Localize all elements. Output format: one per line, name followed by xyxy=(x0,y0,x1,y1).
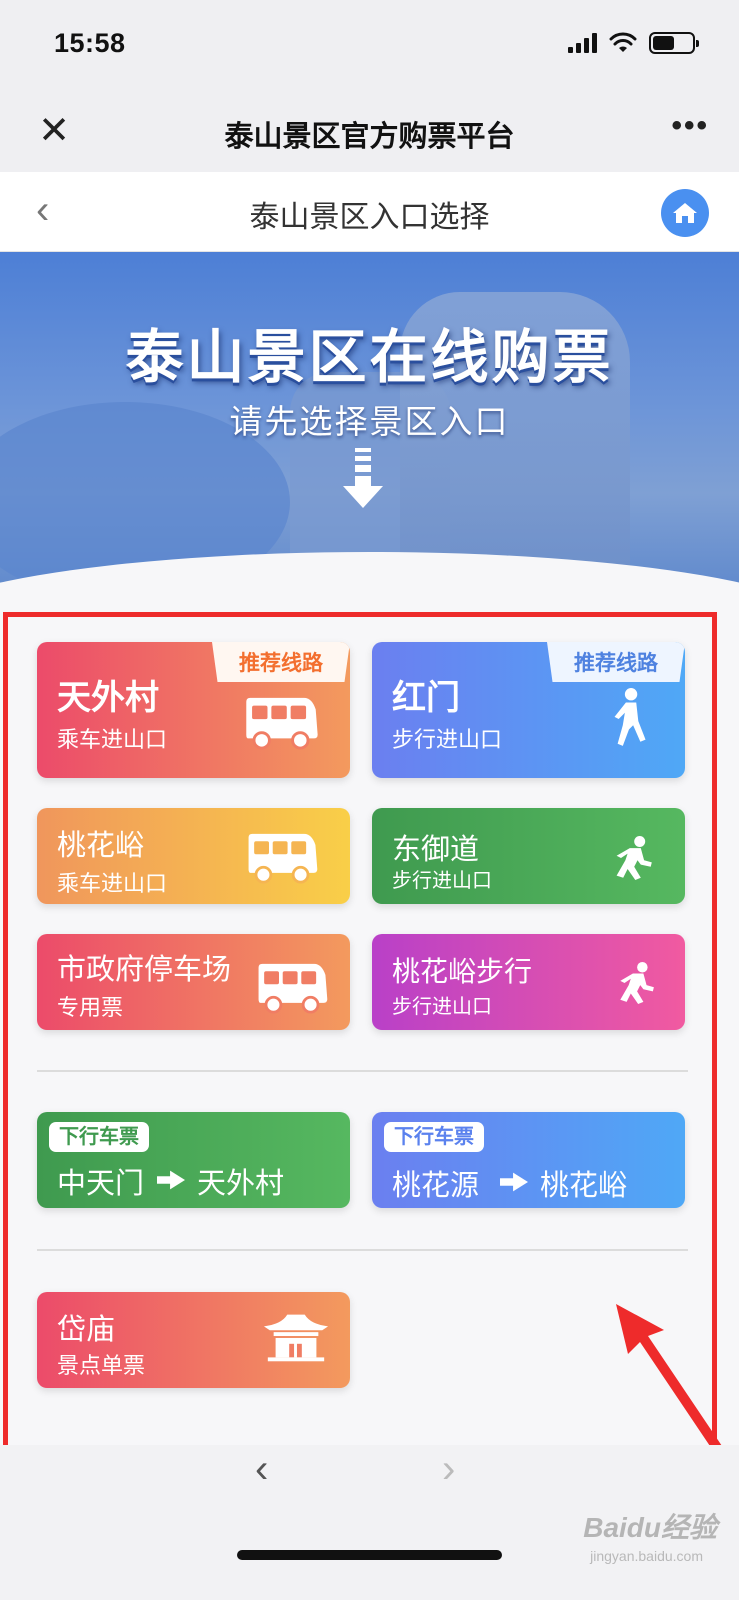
page-title: 泰山景区入口选择 xyxy=(249,201,490,234)
walking-icon xyxy=(614,688,646,746)
card-sub: 步行进山口 xyxy=(392,996,492,1018)
card-taohuayu-walk[interactable]: 桃花峪步行 步行进山口 xyxy=(372,934,685,1030)
bus-icon xyxy=(258,963,328,1014)
downhill-tag: 下行车票 xyxy=(384,1122,484,1152)
card-daimiao[interactable]: 岱庙 景点单票 xyxy=(37,1292,350,1388)
card-sub: 步行进山口 xyxy=(392,727,503,752)
card-sub: 步行进山口 xyxy=(392,870,492,892)
annotation-arrow-icon xyxy=(616,1304,726,1458)
card-down-zhongtianmen[interactable]: 下行车票 中天门 天外村 xyxy=(37,1112,350,1208)
card-hongmen[interactable]: 推荐线路 红门 步行进山口 xyxy=(372,642,685,778)
page-header: ‹ 泰山景区入口选择 xyxy=(0,172,739,252)
back-icon[interactable]: ‹ xyxy=(36,190,66,230)
bus-icon xyxy=(248,833,318,884)
card-down-taohuayuan[interactable]: 下行车票 桃花源 桃花峪 xyxy=(372,1112,685,1208)
divider xyxy=(37,1070,688,1072)
home-icon[interactable] xyxy=(661,189,709,237)
bus-icon xyxy=(246,697,318,750)
browser-forward-icon[interactable]: › xyxy=(442,1447,455,1492)
walking-icon xyxy=(616,836,652,880)
watermark: Baidu经验 xyxy=(583,1512,717,1543)
route-from: 桃花源 xyxy=(392,1170,480,1202)
card-sub: 乘车进山口 xyxy=(57,727,168,752)
route-to: 天外村 xyxy=(197,1168,285,1200)
arrow-down-icon xyxy=(343,448,383,508)
downhill-tag: 下行车票 xyxy=(49,1122,149,1152)
card-name: 东御道 xyxy=(392,834,480,866)
card-sub: 景点单票 xyxy=(57,1353,146,1378)
watermark-url: jingyan.baidu.com xyxy=(590,1548,703,1564)
banner-subtitle: 请先选择景区入口 xyxy=(229,403,510,440)
banner: 泰山景区在线购票 请先选择景区入口 xyxy=(0,252,739,597)
home-indicator[interactable] xyxy=(237,1550,502,1560)
card-name: 桃花峪步行 xyxy=(392,956,533,987)
more-icon[interactable]: ••• xyxy=(671,109,709,143)
card-sub: 专用票 xyxy=(57,995,124,1020)
card-tianwaicun[interactable]: 推荐线路 天外村 乘车进山口 xyxy=(37,642,350,778)
card-name: 天外村 xyxy=(57,679,159,717)
battery-icon xyxy=(649,32,699,54)
signal-icon xyxy=(568,33,597,53)
recommend-badge: 推荐线路 xyxy=(212,642,350,682)
divider xyxy=(37,1249,688,1251)
status-icons xyxy=(568,32,699,54)
card-shizhengfu-parking[interactable]: 市政府停车场 专用票 xyxy=(37,934,350,1030)
walking-icon xyxy=(620,962,654,1004)
route-to: 桃花峪 xyxy=(540,1170,628,1202)
nav-bar: ✕ 泰山景区官方购票平台 ••• xyxy=(0,95,739,172)
card-name: 市政府停车场 xyxy=(57,954,232,986)
arrow-right-icon xyxy=(157,1170,185,1190)
card-name: 桃花峪 xyxy=(57,830,145,862)
status-bar: 15:58 xyxy=(0,0,739,95)
browser-back-icon[interactable]: ‹ xyxy=(255,1447,268,1492)
temple-icon xyxy=(263,1314,329,1362)
close-icon[interactable]: ✕ xyxy=(34,111,74,151)
card-taohuayu[interactable]: 桃花峪 乘车进山口 xyxy=(37,808,350,904)
card-sub: 乘车进山口 xyxy=(57,871,168,896)
route-from: 中天门 xyxy=(57,1168,145,1200)
status-time: 15:58 xyxy=(54,28,126,58)
banner-title: 泰山景区在线购票 xyxy=(125,325,614,390)
card-name: 红门 xyxy=(392,679,460,717)
recommend-badge: 推荐线路 xyxy=(547,642,685,682)
card-name: 岱庙 xyxy=(57,1314,116,1346)
nav-title: 泰山景区官方购票平台 xyxy=(224,121,515,153)
card-dongyudao[interactable]: 东御道 步行进山口 xyxy=(372,808,685,904)
arrow-right-icon xyxy=(500,1172,528,1192)
wifi-icon xyxy=(609,32,637,52)
